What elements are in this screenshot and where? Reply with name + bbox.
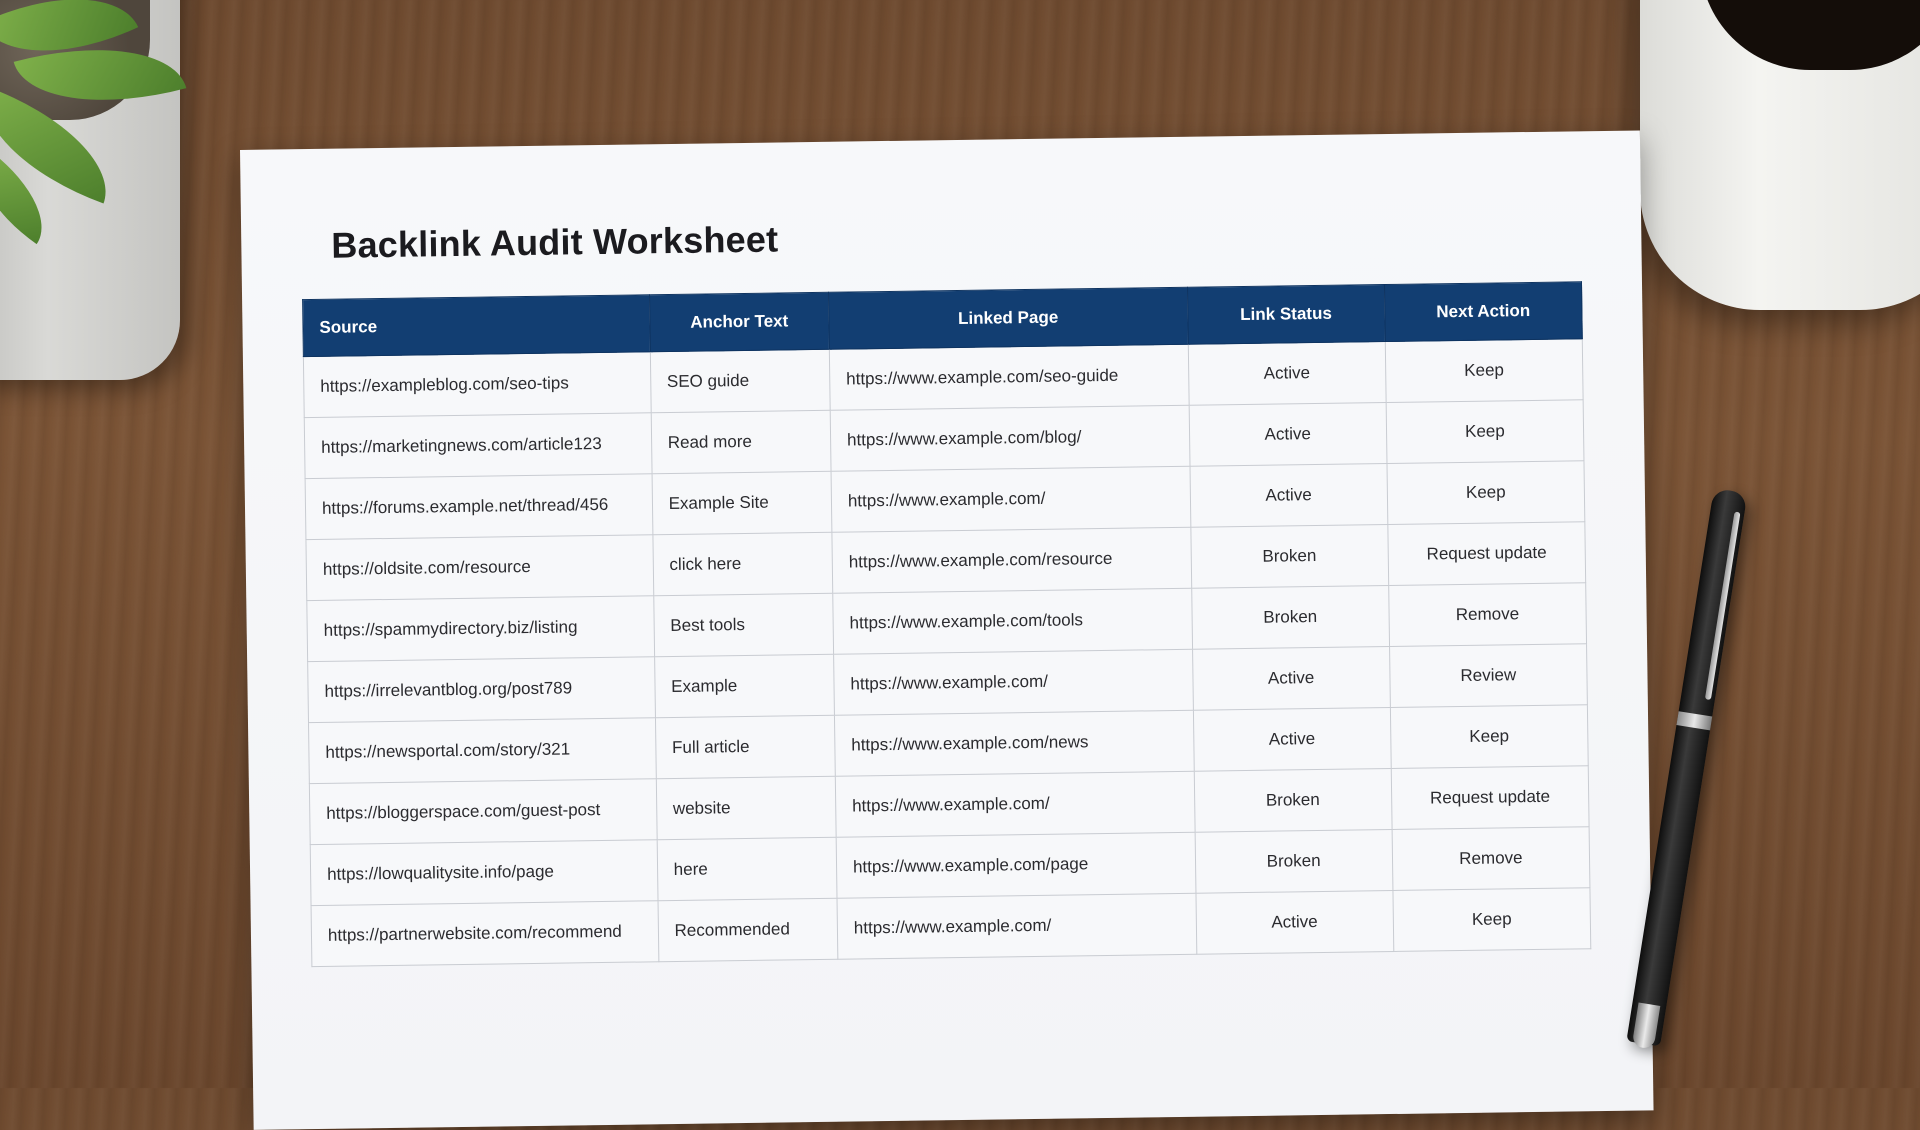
next-action-cell: Keep xyxy=(1386,460,1585,525)
source-cell: https://marketingnews.com/article123 xyxy=(304,412,652,479)
backlink-audit-table: Source Anchor Text Linked Page Link Stat… xyxy=(302,281,1591,967)
link-status-cell: Active xyxy=(1192,707,1391,772)
link-status-cell: Broken xyxy=(1193,768,1392,833)
anchor-text-cell: click here xyxy=(652,532,833,596)
column-header-anchor-text: Anchor Text xyxy=(649,292,830,352)
next-action-cell: Keep xyxy=(1390,704,1589,769)
source-cell: https://irrelevantblog.org/post789 xyxy=(307,656,656,723)
link-status-cell: Active xyxy=(1189,463,1388,528)
next-action-cell: Remove xyxy=(1388,582,1587,647)
anchor-text-cell: Read more xyxy=(650,410,831,474)
link-status-cell: Broken xyxy=(1194,829,1393,894)
column-header-link-status: Link Status xyxy=(1187,284,1386,345)
next-action-cell: Request update xyxy=(1390,765,1590,830)
pen-clip xyxy=(1704,511,1741,701)
source-cell: https://newsportal.com/story/321 xyxy=(308,717,656,784)
linked-page-cell: https://www.example.com/ xyxy=(833,649,1193,716)
anchor-text-cell: Example Site xyxy=(651,471,832,535)
anchor-text-cell: SEO guide xyxy=(649,349,831,413)
source-cell: https://partnerwebsite.com/recommend xyxy=(311,900,659,967)
next-action-cell: Remove xyxy=(1391,826,1590,891)
link-status-cell: Active xyxy=(1192,646,1391,711)
link-status-cell: Broken xyxy=(1191,585,1390,650)
source-cell: https://lowqualitysite.info/page xyxy=(310,839,658,906)
linked-page-cell: https://www.example.com/resource xyxy=(831,527,1192,594)
anchor-text-cell: Best tools xyxy=(653,593,834,657)
link-status-cell: Active xyxy=(1187,341,1386,406)
anchor-text-cell: website xyxy=(655,776,837,840)
next-action-cell: Keep xyxy=(1385,338,1584,403)
column-header-next-action: Next Action xyxy=(1384,281,1583,342)
next-action-cell: Review xyxy=(1389,643,1588,708)
linked-page-cell: https://www.example.com/news xyxy=(834,710,1194,777)
linked-page-cell: https://www.example.com/ xyxy=(836,893,1197,960)
link-status-cell: Active xyxy=(1188,402,1387,467)
anchor-text-cell: here xyxy=(656,837,837,901)
next-action-cell: Request update xyxy=(1387,521,1586,586)
anchor-text-cell: Recommended xyxy=(657,898,838,962)
anchor-text-cell: Example xyxy=(654,654,835,718)
source-cell: https://forums.example.net/thread/456 xyxy=(305,473,653,540)
source-cell: https://bloggerspace.com/guest-post xyxy=(309,778,657,845)
source-cell: https://exampleblog.com/seo-tips xyxy=(303,351,651,418)
column-header-source: Source xyxy=(302,294,650,357)
linked-page-cell: https://www.example.com/page xyxy=(836,832,1196,899)
linked-page-cell: https://www.example.com/ xyxy=(830,466,1191,533)
linked-page-cell: https://www.example.com/blog/ xyxy=(830,405,1190,472)
anchor-text-cell: Full article xyxy=(655,715,836,779)
linked-page-cell: https://www.example.com/ xyxy=(835,771,1195,838)
source-cell: https://spammydirectory.biz/listing xyxy=(306,595,655,662)
table-body: https://exampleblog.com/seo-tips SEO guid… xyxy=(303,338,1591,967)
source-cell: https://oldsite.com/resource xyxy=(305,534,654,601)
linked-page-cell: https://www.example.com/seo-guide xyxy=(829,344,1189,411)
next-action-cell: Keep xyxy=(1392,887,1591,952)
linked-page-cell: https://www.example.com/tools xyxy=(832,588,1193,655)
worksheet-paper: Backlink Audit Worksheet Source Anchor T… xyxy=(240,130,1654,1130)
column-header-linked-page: Linked Page xyxy=(828,287,1188,350)
link-status-cell: Broken xyxy=(1190,524,1389,589)
pen-tip xyxy=(1631,1002,1661,1050)
document-title: Backlink Audit Worksheet xyxy=(331,218,779,266)
link-status-cell: Active xyxy=(1195,890,1394,955)
next-action-cell: Keep xyxy=(1385,399,1584,464)
pen-band xyxy=(1676,711,1713,731)
